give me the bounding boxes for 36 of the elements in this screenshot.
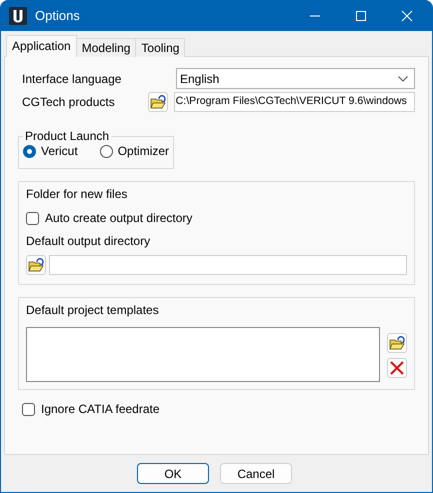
checkbox-label: Ignore CATIA feedrate [41,402,160,416]
app-logo-icon [9,6,27,24]
delete-button[interactable] [387,358,407,378]
checkbox[interactable] [26,212,39,224]
folder-icon [28,258,44,272]
group-title: Default project templates [26,303,159,317]
field-label: Default output directory [26,234,152,248]
group-title: Product Launch [24,129,110,143]
field-label: Interface language [21,72,122,86]
delete-icon [389,360,405,376]
group-title: Folder for new files [26,187,128,201]
browse-button[interactable] [26,255,46,275]
templates-list[interactable] [26,327,380,382]
radio-label: Vericut [41,144,78,158]
field-label: CGTech products [21,95,116,109]
chevron-down-icon [398,76,408,82]
maximize-icon[interactable] [355,10,367,22]
checkbox[interactable] [22,402,35,416]
folder-icon [389,336,405,350]
window-title: Options [35,8,80,23]
tab[interactable]: Application [6,35,77,57]
add-template-button[interactable] [387,333,407,353]
tab[interactable]: Tooling [135,38,186,57]
browse-button[interactable] [148,92,168,112]
radio-button[interactable] [100,144,113,158]
radio-label: Optimizer [118,144,170,158]
dialog-button[interactable]: Cancel [220,463,292,484]
checkbox-label: Auto create output directory [45,211,192,225]
language-dropdown[interactable]: English [176,68,415,89]
dialog-button[interactable]: OK [137,463,209,484]
tab[interactable]: Modeling [76,38,136,57]
output-directory-field[interactable] [49,255,407,275]
radio-button[interactable] [23,144,36,158]
folder-icon [150,94,166,110]
close-icon[interactable] [401,10,413,22]
path-field[interactable]: C:\Program Files\CGTech\VERICUT 9.6\windows [174,92,415,112]
